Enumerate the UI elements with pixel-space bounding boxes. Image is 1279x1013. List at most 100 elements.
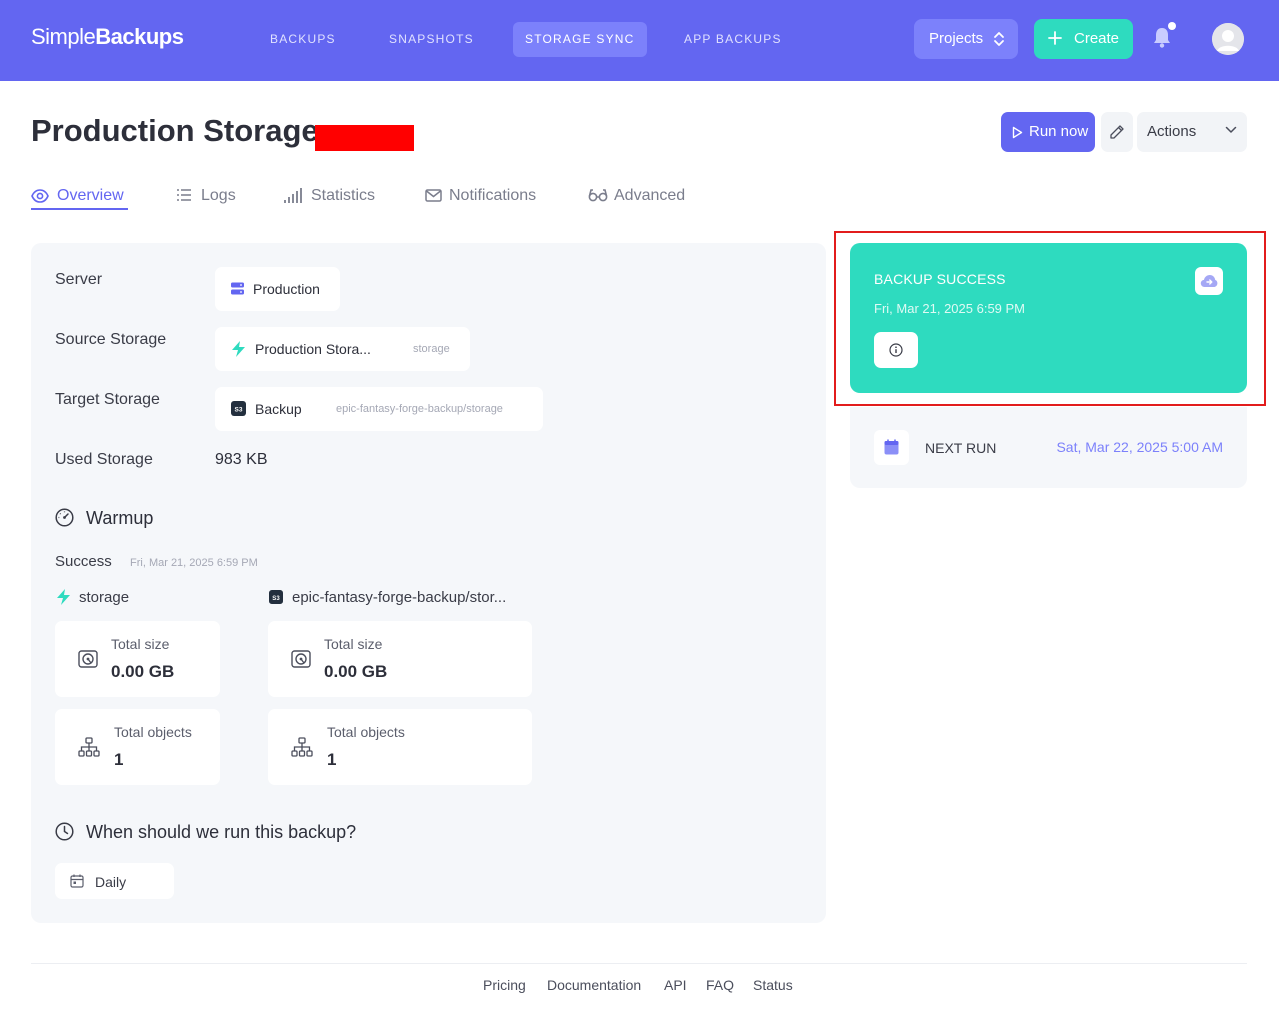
footer-link-api[interactable]: API [664, 977, 687, 993]
play-icon [1012, 126, 1023, 139]
nav-snapshots[interactable]: SNAPSHOTS [377, 22, 486, 57]
run-now-button[interactable]: Run now [1001, 112, 1095, 152]
s3-icon: S3 [269, 590, 283, 604]
svg-text:S3: S3 [235, 407, 243, 414]
next-run-label: NEXT RUN [925, 440, 997, 456]
lightning-icon [232, 341, 245, 357]
disk-icon [78, 650, 98, 668]
disk-icon [291, 650, 311, 668]
schedule-title: When should we run this backup? [86, 822, 357, 842]
source-objects-value: 1 [114, 750, 124, 769]
hierarchy-icon [78, 737, 100, 757]
bars-icon [284, 188, 302, 203]
tab-notifications[interactable]: Notifications [425, 186, 542, 210]
source-storage-value: Production Stora... [255, 341, 371, 357]
server-pill[interactable]: Production [215, 267, 340, 311]
next-run-calendar-badge [874, 430, 909, 465]
actions-dropdown[interactable]: Actions [1137, 112, 1247, 152]
actions-label: Actions [1147, 123, 1197, 140]
user-avatar[interactable] [1212, 23, 1244, 55]
list-icon [177, 189, 191, 201]
footer-link-pricing[interactable]: Pricing [483, 977, 526, 993]
create-label: Create [1074, 30, 1120, 47]
plus-icon [1048, 31, 1062, 45]
next-run-card: NEXT RUN Sat, Mar 22, 2025 5:00 AM [850, 407, 1247, 488]
backup-info-button[interactable] [874, 332, 918, 368]
target-storage-pill[interactable]: S3 Backup epic-fantasy-forge-backup/stor… [215, 387, 543, 431]
backup-status-title: BACKUP SUCCESS [874, 271, 1006, 287]
next-run-date: Sat, Mar 22, 2025 5:00 AM [1056, 439, 1223, 455]
chevron-down-icon [1225, 126, 1237, 133]
chevron-updown-icon [994, 32, 1004, 46]
envelope-icon [425, 189, 442, 202]
target-size-value: 0.00 GB [324, 662, 388, 681]
target-storage-value: Backup [255, 401, 302, 417]
eye-icon [31, 189, 49, 203]
top-navigation-bar: SimpleBackups BACKUPS SNAPSHOTS STORAGE … [0, 0, 1279, 81]
source-size-label: Total size [111, 636, 170, 652]
nav-app-backups[interactable]: APP BACKUPS [672, 22, 794, 57]
source-storage-pill[interactable]: Production Stora... storage [215, 327, 470, 371]
tab-overview-label: Overview [57, 187, 124, 204]
source-size-value: 0.00 GB [111, 662, 175, 681]
target-objects-value: 1 [327, 750, 337, 769]
logo-text-simple: Simple [31, 24, 96, 49]
run-now-label: Run now [1029, 123, 1089, 140]
calendar-icon [884, 439, 899, 455]
tab-statistics[interactable]: Statistics [283, 186, 379, 210]
warmup-title: Warmup [86, 508, 154, 528]
server-label: Server [55, 271, 103, 288]
edit-button[interactable] [1101, 112, 1133, 152]
server-icon [231, 282, 244, 295]
overview-details-card: Server Production Source Storage Product… [31, 243, 826, 923]
tab-overview[interactable]: Overview [31, 186, 128, 210]
tab-advanced[interactable]: Advanced [588, 186, 690, 210]
tab-logs-label: Logs [201, 187, 236, 204]
logo-text-backups: Backups [95, 24, 184, 49]
footer-link-status[interactable]: Status [753, 977, 793, 993]
svg-text:S3: S3 [272, 596, 280, 602]
notification-dot [1168, 22, 1176, 30]
target-storage-label: Target Storage [55, 391, 160, 408]
s3-icon: S3 [231, 401, 246, 416]
tab-statistics-label: Statistics [311, 187, 376, 204]
target-total-objects-card: Total objects 1 [268, 709, 532, 785]
backup-status-date: Fri, Mar 21, 2025 6:59 PM [874, 301, 1026, 316]
warmup-status: Success [55, 553, 112, 570]
used-storage-value: 983 KB [215, 451, 268, 468]
target-objects-label: Total objects [327, 724, 405, 740]
warmup-target-name: epic-fantasy-forge-backup/stor... [292, 589, 507, 606]
glasses-icon [588, 189, 608, 202]
source-storage-label: Source Storage [55, 331, 167, 348]
target-total-size-card: Total size 0.00 GB [268, 621, 532, 697]
page-title: Production Storage [31, 113, 319, 148]
calendar-icon [70, 874, 84, 888]
source-storage-path: storage [413, 343, 450, 355]
footer-link-documentation[interactable]: Documentation [547, 977, 641, 993]
info-icon [889, 343, 903, 357]
footer-link-faq[interactable]: FAQ [706, 977, 734, 993]
projects-label: Projects [929, 30, 984, 47]
source-total-size-card: Total size 0.00 GB [55, 621, 220, 697]
warmup-date: Fri, Mar 21, 2025 6:59 PM [130, 557, 258, 569]
schedule-frequency-value: Daily [95, 874, 127, 890]
target-size-label: Total size [324, 636, 383, 652]
nav-storage-sync[interactable]: STORAGE SYNC [513, 22, 647, 57]
nav-backups[interactable]: BACKUPS [258, 22, 348, 57]
lightning-icon [57, 589, 70, 605]
cloud-arrow-icon [1200, 275, 1218, 287]
tab-logs[interactable]: Logs [176, 186, 236, 210]
warmup-source-name: storage [79, 589, 130, 606]
hierarchy-icon [291, 737, 313, 757]
server-value: Production [253, 281, 320, 297]
schedule-frequency-pill[interactable]: Daily [55, 863, 174, 899]
pencil-icon [1110, 125, 1124, 139]
create-button[interactable]: Create [1034, 19, 1133, 59]
simplebackups-logo[interactable]: SimpleBackups [31, 24, 184, 50]
backup-status-card: BACKUP SUCCESS Fri, Mar 21, 2025 6:59 PM [850, 243, 1247, 393]
used-storage-label: Used Storage [55, 451, 153, 468]
projects-dropdown[interactable]: Projects [914, 19, 1018, 59]
redacted-block [315, 125, 414, 151]
source-total-objects-card: Total objects 1 [55, 709, 220, 785]
user-avatar-icon [1212, 23, 1244, 55]
